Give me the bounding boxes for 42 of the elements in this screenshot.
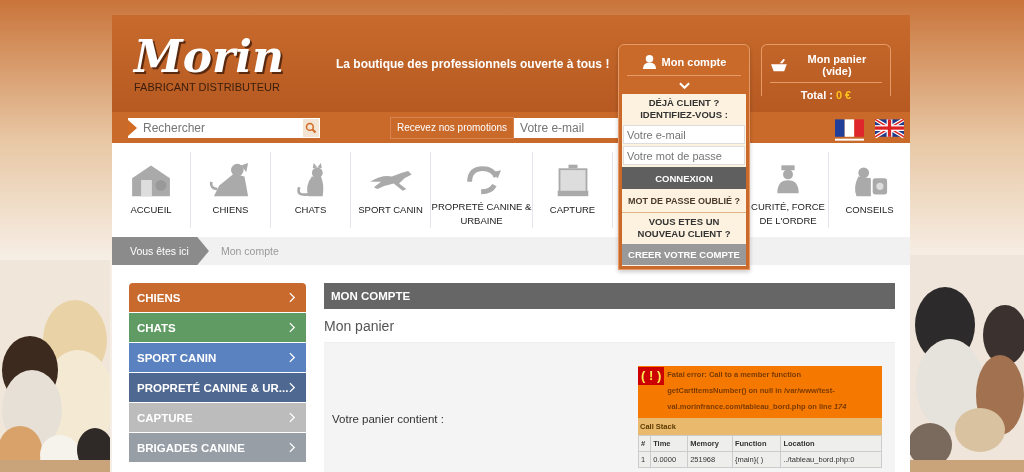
nav-item[interactable]: CONSEILS bbox=[829, 152, 910, 228]
search-button[interactable] bbox=[302, 117, 320, 138]
french-flag-icon[interactable] bbox=[835, 118, 865, 141]
new-client-heading: VOUS ETES UN NOUVEAU CLIENT ? bbox=[636, 215, 732, 241]
nav-item[interactable]: CAPTURE bbox=[533, 152, 613, 228]
british-flag-icon[interactable] bbox=[875, 118, 905, 141]
nav-item[interactable]: CHIENS bbox=[191, 152, 271, 228]
sidebar-item[interactable]: SPORT CANIN bbox=[129, 343, 306, 372]
search-field[interactable]: Rechercher bbox=[128, 117, 302, 138]
chevron-icon bbox=[289, 442, 296, 453]
cart-label: Mon panier (vide) bbox=[806, 53, 868, 77]
tagline: La boutique des professionnels ouverte à tous ! bbox=[336, 56, 610, 71]
create-account-button[interactable]: CREER VOTRE COMPTE bbox=[622, 244, 746, 265]
nav-item[interactable]: SPORT CANIN bbox=[351, 152, 431, 228]
account-button[interactable]: Mon compte bbox=[661, 55, 727, 68]
logo[interactable]: Morin bbox=[134, 34, 316, 79]
chevron-icon bbox=[289, 352, 296, 363]
triangle-icon bbox=[128, 118, 137, 137]
nav-item[interactable]: ACCUEIL bbox=[112, 152, 191, 228]
chevron-icon[interactable] bbox=[678, 82, 690, 90]
sidebar-item[interactable]: CHATS bbox=[129, 313, 306, 342]
email-field[interactable]: Votre e-mail bbox=[623, 125, 745, 144]
breadcrumb-label: Vous êtes ici bbox=[112, 237, 209, 265]
sidebar-item[interactable]: CHIENS bbox=[129, 283, 306, 312]
forgot-password-link[interactable]: MOT DE PASSE OUBLIÉ ? bbox=[622, 190, 746, 213]
sidebar-item[interactable]: PROPRETÉ CANINE & UR... bbox=[129, 373, 306, 402]
nav-item[interactable]: CHATS bbox=[271, 152, 351, 228]
chevron-icon bbox=[289, 292, 296, 303]
basket-icon bbox=[770, 58, 788, 72]
chevron-icon bbox=[289, 382, 296, 393]
login-button[interactable]: CONNEXION bbox=[622, 167, 746, 189]
logo-subtitle: FABRICANT DISTRIBUTEUR bbox=[134, 80, 281, 93]
cart-contents-label: Votre panier contient : bbox=[332, 413, 445, 425]
chevron-icon bbox=[289, 322, 296, 333]
section-title: MON COMPTE bbox=[324, 283, 895, 309]
promo-label: Recevez nos promotions bbox=[390, 116, 515, 139]
password-field[interactable]: Votre mot de passe bbox=[623, 146, 745, 165]
nav-item[interactable]: PROPRETÉ CANINE & URBAINE bbox=[431, 152, 533, 228]
user-icon bbox=[641, 54, 657, 69]
chevron-icon bbox=[289, 412, 296, 423]
login-heading: DÉJÀ CLIENT ? IDENTIFIEZ-VOUS : bbox=[639, 96, 729, 122]
warning-icon: ( ! ) bbox=[638, 367, 665, 385]
